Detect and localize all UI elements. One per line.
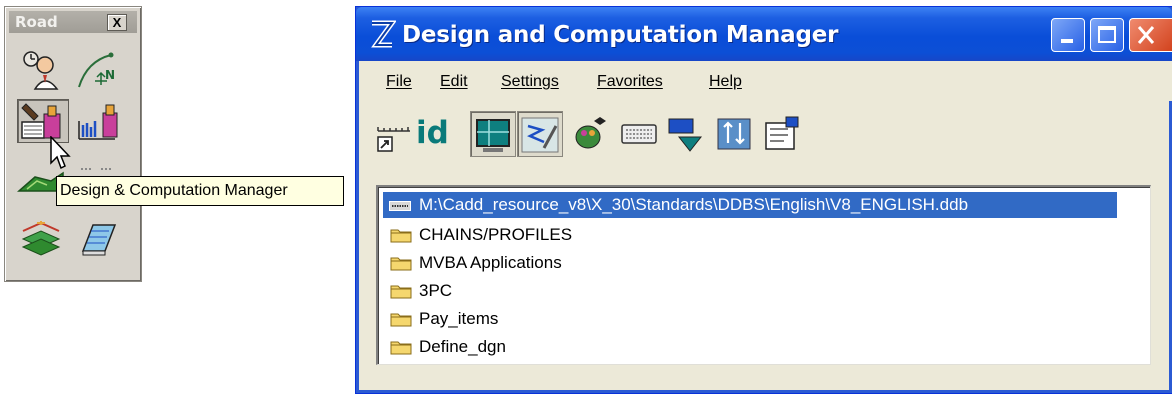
road-toolbox: Road X N (4, 6, 142, 282)
menu-favorites[interactable]: Favorites (597, 73, 663, 91)
svg-text:N: N (105, 68, 115, 82)
close-icon (1137, 26, 1155, 44)
layers-tool-button[interactable] (17, 217, 69, 261)
properties-button[interactable] (760, 111, 806, 157)
ruler-icon (377, 127, 410, 152)
tree-folder-item[interactable]: Pay_items (390, 307, 498, 331)
folder-icon (390, 229, 412, 243)
tree-folder-label: Define_dgn (419, 337, 506, 356)
geometry-icon: N (78, 52, 115, 88)
tree-folder-label: Pay_items (419, 309, 499, 328)
app-logo-icon (371, 20, 396, 48)
roadway-designer-tool-button[interactable] (75, 99, 127, 143)
surveyor-tool-button[interactable] (17, 47, 69, 91)
close-button[interactable] (1129, 18, 1172, 52)
draw-mode-icon (521, 117, 559, 153)
toolbar: id (360, 101, 1172, 167)
tree-root-label: M:\Cadd_resource_v8\X_30\Standards\DDBS\… (419, 195, 969, 214)
keyboard-icon (621, 124, 657, 144)
minimize-button[interactable] (1051, 18, 1085, 52)
tree-view[interactable]: M:\Cadd_resource_v8\X_30\Standards\DDBS\… (376, 185, 1151, 365)
road-toolbox-titlebar[interactable]: Road X (9, 11, 137, 33)
tree-folder-item[interactable]: MVBA Applications (390, 251, 562, 275)
draw-mode-button[interactable] (517, 111, 563, 157)
tree-folder-label: CHAINS/PROFILES (419, 225, 573, 244)
notebook-icon (81, 224, 117, 256)
tree-folder-item[interactable]: CHAINS/PROFILES (390, 223, 572, 247)
folder-icon (390, 285, 412, 299)
tooltip: Design & Computation Manager (56, 176, 344, 206)
menu-settings[interactable]: Settings (501, 73, 559, 91)
maximize-button[interactable] (1090, 18, 1124, 52)
monitor-button[interactable] (470, 111, 516, 157)
roadway-designer-icon (78, 104, 118, 140)
window-title: Design and Computation Manager (402, 22, 839, 48)
road-toolbox-close-button[interactable]: X (107, 14, 127, 31)
window-titlebar[interactable]: Design and Computation Manager (356, 7, 1172, 61)
menu-bar: File Edit Settings Favorites Help (360, 61, 1172, 101)
palette-icon (575, 117, 606, 149)
maximize-icon (1098, 26, 1116, 43)
minimize-icon (1061, 39, 1073, 43)
layers-icon (21, 221, 61, 256)
keyboard-button[interactable] (616, 111, 662, 157)
select-button[interactable] (663, 111, 709, 157)
id-button[interactable]: id (416, 115, 449, 151)
monitor-icon (476, 119, 510, 152)
tree-folder-label: 3PC (419, 281, 453, 300)
tree-folder-item[interactable]: Define_dgn (390, 335, 506, 359)
surveyor-icon (23, 51, 59, 90)
tree-folder-item[interactable]: 3PC (390, 279, 452, 303)
tree-root-database[interactable]: M:\Cadd_resource_v8\X_30\Standards\DDBS\… (383, 192, 1117, 218)
folder-icon (390, 257, 412, 271)
database-icon (389, 201, 411, 211)
menu-file[interactable]: File (386, 73, 412, 91)
folder-icon (390, 313, 412, 327)
geometry-tool-button[interactable]: N (75, 47, 127, 91)
sort-button[interactable] (712, 111, 758, 157)
menu-edit[interactable]: Edit (440, 73, 468, 91)
mouse-cursor-icon (50, 136, 71, 170)
properties-icon (765, 116, 799, 150)
ruler-button[interactable] (374, 111, 420, 157)
folder-icon (390, 341, 412, 355)
tree-folder-label: MVBA Applications (419, 253, 562, 272)
design-computation-manager-window: Design and Computation Manager File Edit… (355, 6, 1172, 394)
menu-help[interactable]: Help (709, 73, 742, 91)
notebook-tool-button[interactable] (75, 217, 127, 261)
road-toolbox-title: Road (15, 13, 58, 31)
select-icon (668, 118, 703, 152)
sort-icon (717, 118, 751, 150)
palette-button[interactable] (568, 111, 614, 157)
